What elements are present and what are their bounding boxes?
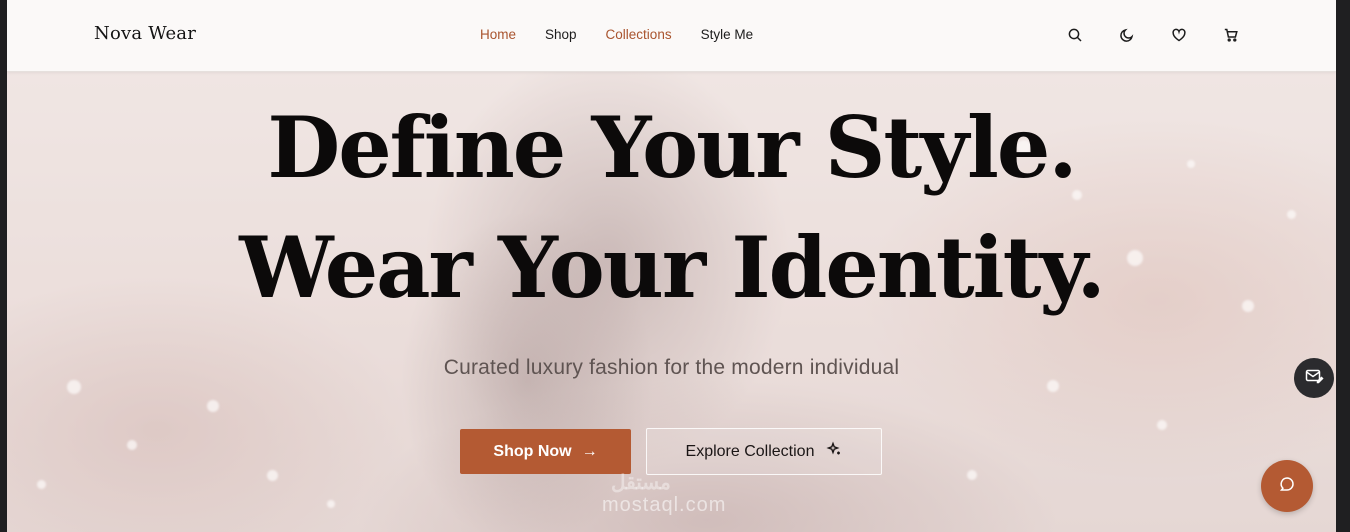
search-icon[interactable] bbox=[1065, 25, 1085, 45]
watermark-text: mostaql.com bbox=[602, 494, 727, 516]
site-header: Nova Wear Home Shop Collections Style Me bbox=[7, 0, 1336, 72]
nav-collections[interactable]: Collections bbox=[606, 27, 672, 42]
explore-collection-button[interactable]: Explore Collection bbox=[646, 428, 882, 475]
nav-home[interactable]: Home bbox=[480, 27, 516, 42]
heart-icon[interactable] bbox=[1169, 25, 1189, 45]
watermark-logo: مستقل bbox=[611, 472, 671, 494]
brand-logo[interactable]: Nova Wear bbox=[94, 23, 196, 44]
shop-now-label: Shop Now bbox=[493, 442, 572, 460]
hero-subtitle: Curated luxury fashion for the modern in… bbox=[443, 356, 900, 379]
main-nav: Home Shop Collections Style Me bbox=[480, 27, 753, 42]
shop-now-button[interactable]: Shop Now → bbox=[460, 429, 631, 474]
header-actions bbox=[1065, 25, 1241, 45]
window-frame-right bbox=[1336, 0, 1350, 532]
explore-collection-label: Explore Collection bbox=[685, 442, 815, 460]
hero-headline-line2: Wear Your Identity. bbox=[239, 218, 1106, 317]
mail-edit-icon bbox=[1304, 366, 1324, 391]
moon-icon[interactable] bbox=[1117, 25, 1137, 45]
nav-shop[interactable]: Shop bbox=[545, 27, 577, 42]
sparkle-icon bbox=[826, 441, 842, 462]
page: Nova Wear Home Shop Collections Style Me… bbox=[7, 0, 1336, 532]
chat-icon bbox=[1278, 475, 1296, 498]
arrow-right-icon: → bbox=[581, 442, 598, 460]
nav-style-me[interactable]: Style Me bbox=[701, 27, 754, 42]
cart-icon[interactable] bbox=[1221, 25, 1241, 45]
hero-headline-line1: Define Your Style. bbox=[267, 98, 1077, 197]
window-frame-left bbox=[0, 0, 7, 532]
chat-button[interactable] bbox=[1261, 460, 1313, 512]
mail-button[interactable] bbox=[1294, 358, 1334, 398]
